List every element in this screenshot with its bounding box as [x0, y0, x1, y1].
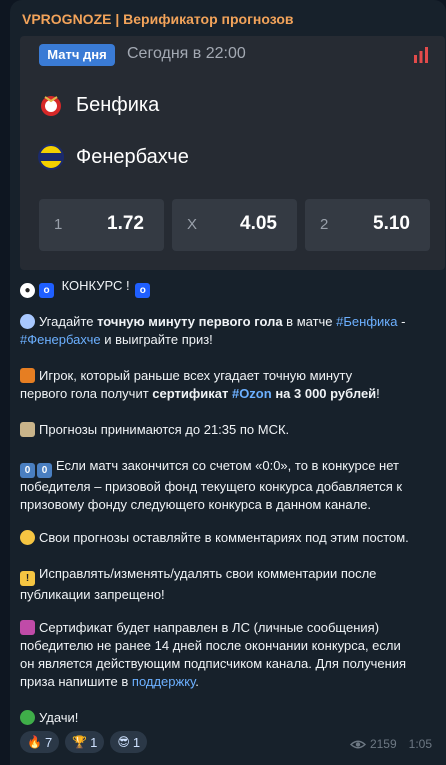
support-link[interactable]: поддержку — [132, 674, 195, 689]
paragraph-guess: Угадайте точную минуту первого гола в ма… — [20, 314, 406, 347]
message-meta: 2159 1:05 — [349, 737, 432, 751]
odd-home[interactable]: 1 1.72 — [39, 199, 164, 251]
gift-box-icon — [20, 620, 35, 635]
four-leaf-clover-icon — [20, 710, 35, 725]
reaction-count: 1 — [90, 734, 98, 750]
odd-value: 1.72 — [107, 213, 144, 234]
odd-value: 4.05 — [240, 213, 277, 234]
message-bubble: VPROGNOZE | Верификатор прогнозов Матч д… — [10, 0, 446, 765]
odd-away[interactable]: 2 5.10 — [305, 199, 430, 251]
reactions-bar: 🔥 7 🏆 1 😎 1 — [20, 731, 148, 753]
eye-icon — [349, 740, 366, 748]
channel-title[interactable]: VPROGNOZE | Верификатор прогнозов — [22, 11, 294, 27]
fenerbahce-logo-icon — [38, 144, 64, 170]
reaction-fire[interactable]: 🔥 7 — [20, 731, 60, 753]
odd-value: 5.10 — [373, 213, 410, 234]
odd-label: 2 — [320, 216, 329, 233]
reaction-count: 1 — [132, 734, 141, 750]
away-team: Фенербахче — [38, 140, 189, 174]
benfica-logo-icon — [41, 96, 61, 116]
trophy-icon: 🏆 — [72, 735, 88, 749]
gift-icon — [20, 368, 35, 383]
away-team-name: Фенербахче — [76, 145, 189, 168]
odd-draw[interactable]: X 4.05 — [172, 199, 297, 251]
match-card[interactable]: Матч дня Сегодня в 22:00 Бенфика Фенерба… — [20, 36, 445, 270]
odd-label: 1 — [54, 216, 63, 233]
home-team-name: Бенфика — [76, 93, 160, 116]
paragraph-certificate: Сертификат будет направлен в ЛС (личные … — [20, 620, 407, 689]
hourglass-icon — [20, 422, 35, 437]
reaction-count: 7 — [44, 734, 53, 750]
fire-icon: 🔥 — [27, 735, 42, 749]
cool-face-icon: 😎 — [117, 735, 130, 749]
keycap-zero-icon: 0 — [20, 463, 35, 478]
ozon-icon: o — [39, 283, 54, 298]
pointing-down-icon — [20, 530, 35, 545]
hashtag-ozon[interactable]: #Ozon — [232, 386, 272, 401]
contest-heading: ● o КОНКУРС ! o — [20, 277, 438, 298]
paragraph-deadline: Прогнозы принимаются до 21:35 по МСК. — [20, 421, 438, 439]
reaction-cool[interactable]: 😎 1 — [110, 731, 148, 753]
ozon-icon: o — [135, 283, 151, 298]
message-time: 1:05 — [408, 737, 432, 751]
paragraph-zero-rule: 0 0 Если матч закончится со счетом «0:0», … — [20, 458, 403, 512]
match-of-day-badge: Матч дня — [39, 44, 115, 66]
stats-icon[interactable] — [412, 46, 430, 64]
view-count: 2159 — [369, 737, 397, 751]
keycap-zero-icon: 0 — [37, 463, 52, 478]
reaction-trophy[interactable]: 🏆 1 — [65, 731, 105, 753]
paragraph-prize: Игрок, который раньше всех угадает точну… — [20, 368, 380, 401]
warning-icon: ! — [20, 571, 35, 586]
paragraph-warning: ! Исправлять/изменять/удалять свои коммен… — [20, 566, 377, 602]
hashtag-benfica[interactable]: #Бенфика — [336, 314, 397, 329]
match-time: Сегодня в 22:00 — [127, 45, 246, 62]
home-team: Бенфика — [38, 88, 159, 122]
clock-icon — [20, 314, 35, 329]
paragraph-luck: Удачи! — [20, 709, 438, 727]
paragraph-comments: Свои прогнозы оставляйте в комментариях … — [20, 529, 438, 547]
odd-label: X — [187, 216, 198, 233]
soccer-ball-icon: ● — [20, 283, 35, 298]
hashtag-fenerbahce[interactable]: #Фенербахче — [20, 332, 101, 347]
